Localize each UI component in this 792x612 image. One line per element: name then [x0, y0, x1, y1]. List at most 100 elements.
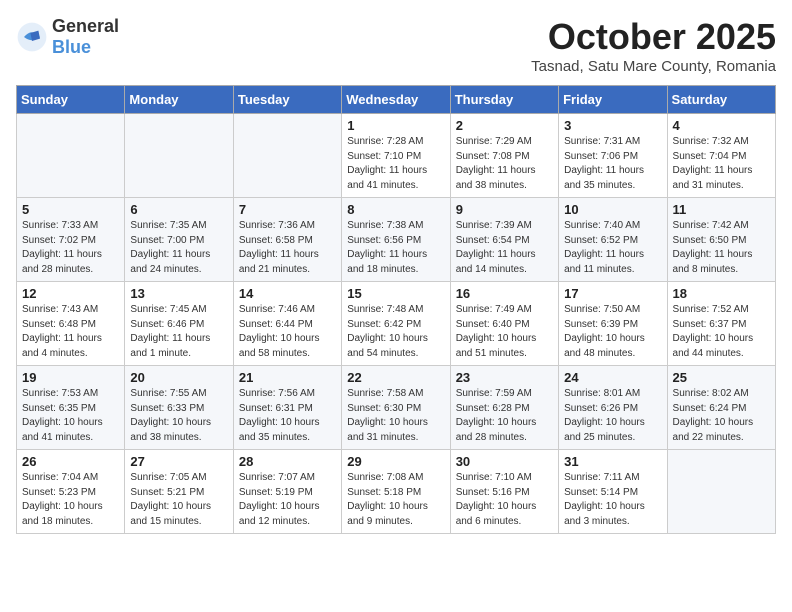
- calendar-cell: [125, 114, 233, 198]
- logo: General Blue: [16, 16, 119, 58]
- weekday-header: Tuesday: [233, 86, 341, 114]
- day-info: Sunrise: 7:43 AM Sunset: 6:48 PM Dayligh…: [22, 303, 119, 361]
- month-title: October 2025: [531, 16, 776, 58]
- calendar-cell: 25 Sunrise: 8:02 AM Sunset: 6:24 PM Dayli…: [667, 366, 775, 450]
- day-info: Sunrise: 8:01 AM Sunset: 6:26 PM Dayligh…: [564, 387, 661, 445]
- day-info: Sunrise: 7:52 AM Sunset: 6:37 PM Dayligh…: [673, 303, 770, 361]
- day-info: Sunrise: 7:50 AM Sunset: 6:39 PM Dayligh…: [564, 303, 661, 361]
- calendar-cell: [233, 114, 341, 198]
- day-number: 20: [130, 370, 227, 385]
- calendar-cell: 30 Sunrise: 7:10 AM Sunset: 5:16 PM Dayli…: [450, 450, 558, 534]
- calendar-cell: 6 Sunrise: 7:35 AM Sunset: 7:00 PM Daylig…: [125, 198, 233, 282]
- day-info: Sunrise: 7:29 AM Sunset: 7:08 PM Dayligh…: [456, 135, 553, 193]
- day-number: 2: [456, 118, 553, 133]
- day-info: Sunrise: 7:59 AM Sunset: 6:28 PM Dayligh…: [456, 387, 553, 445]
- weekday-header: Wednesday: [342, 86, 450, 114]
- calendar-week-row: 5 Sunrise: 7:33 AM Sunset: 7:02 PM Daylig…: [17, 198, 776, 282]
- day-number: 10: [564, 202, 661, 217]
- day-info: Sunrise: 7:39 AM Sunset: 6:54 PM Dayligh…: [456, 219, 553, 277]
- day-number: 21: [239, 370, 336, 385]
- day-number: 29: [347, 454, 444, 469]
- day-info: Sunrise: 7:53 AM Sunset: 6:35 PM Dayligh…: [22, 387, 119, 445]
- calendar-cell: 20Sunrise: 7:55 AM Sunset: 6:33 PM Dayli…: [125, 366, 233, 450]
- day-number: 17: [564, 286, 661, 301]
- day-info: Sunrise: 7:38 AM Sunset: 6:56 PM Dayligh…: [347, 219, 444, 277]
- day-info: Sunrise: 7:35 AM Sunset: 7:00 PM Dayligh…: [130, 219, 227, 277]
- day-info: Sunrise: 7:42 AM Sunset: 6:50 PM Dayligh…: [673, 219, 770, 277]
- calendar-cell: 29 Sunrise: 7:08 AM Sunset: 5:18 PM Dayli…: [342, 450, 450, 534]
- day-number: 4: [673, 118, 770, 133]
- day-number: 9: [456, 202, 553, 217]
- day-info: Sunrise: 7:36 AM Sunset: 6:58 PM Dayligh…: [239, 219, 336, 277]
- day-number: 27: [130, 454, 227, 469]
- day-info: Sunrise: 7:08 AM Sunset: 5:18 PM Dayligh…: [347, 471, 444, 529]
- day-info: Sunrise: 7:10 AM Sunset: 5:16 PM Dayligh…: [456, 471, 553, 529]
- day-number: 19: [22, 370, 119, 385]
- day-info: Sunrise: 7:58 AM Sunset: 6:30 PM Dayligh…: [347, 387, 444, 445]
- calendar-table: SundayMondayTuesdayWednesdayThursdayFrid…: [16, 85, 776, 534]
- calendar-week-row: 19 Sunrise: 7:53 AM Sunset: 6:35 PM Dayli…: [17, 366, 776, 450]
- logo-icon: [16, 21, 48, 53]
- day-info: Sunrise: 7:05 AM Sunset: 5:21 PM Dayligh…: [130, 471, 227, 529]
- calendar-cell: 26 Sunrise: 7:04 AM Sunset: 5:23 PM Dayli…: [17, 450, 125, 534]
- day-number: 31: [564, 454, 661, 469]
- calendar-cell: 10 Sunrise: 7:40 AM Sunset: 6:52 PM Dayli…: [559, 198, 667, 282]
- weekday-header: Monday: [125, 86, 233, 114]
- day-info: Sunrise: 8:02 AM Sunset: 6:24 PM Dayligh…: [673, 387, 770, 445]
- calendar-cell: 28Sunrise: 7:07 AM Sunset: 5:19 PM Dayli…: [233, 450, 341, 534]
- day-info: Sunrise: 7:40 AM Sunset: 6:52 PM Dayligh…: [564, 219, 661, 277]
- calendar-cell: 21 Sunrise: 7:56 AM Sunset: 6:31 PM Dayli…: [233, 366, 341, 450]
- day-number: 6: [130, 202, 227, 217]
- calendar-cell: 1 Sunrise: 7:28 AM Sunset: 7:10 PM Daylig…: [342, 114, 450, 198]
- day-number: 24: [564, 370, 661, 385]
- day-info: Sunrise: 7:32 AM Sunset: 7:04 PM Dayligh…: [673, 135, 770, 193]
- calendar-cell: 22 Sunrise: 7:58 AM Sunset: 6:30 PM Dayli…: [342, 366, 450, 450]
- day-number: 16: [456, 286, 553, 301]
- day-number: 25: [673, 370, 770, 385]
- day-info: Sunrise: 7:31 AM Sunset: 7:06 PM Dayligh…: [564, 135, 661, 193]
- day-number: 22: [347, 370, 444, 385]
- calendar-cell: 19 Sunrise: 7:53 AM Sunset: 6:35 PM Dayli…: [17, 366, 125, 450]
- weekday-header-row: SundayMondayTuesdayWednesdayThursdayFrid…: [17, 86, 776, 114]
- day-info: Sunrise: 7:45 AM Sunset: 6:46 PM Dayligh…: [130, 303, 227, 361]
- weekday-header: Friday: [559, 86, 667, 114]
- day-number: 12: [22, 286, 119, 301]
- day-number: 7: [239, 202, 336, 217]
- logo-blue-text: Blue: [52, 37, 91, 57]
- day-info: Sunrise: 7:28 AM Sunset: 7:10 PM Dayligh…: [347, 135, 444, 193]
- day-info: Sunrise: 7:11 AM Sunset: 5:14 PM Dayligh…: [564, 471, 661, 529]
- day-info: Sunrise: 7:49 AM Sunset: 6:40 PM Dayligh…: [456, 303, 553, 361]
- day-number: 23: [456, 370, 553, 385]
- day-number: 5: [22, 202, 119, 217]
- day-number: 30: [456, 454, 553, 469]
- day-number: 1: [347, 118, 444, 133]
- calendar-cell: 11 Sunrise: 7:42 AM Sunset: 6:50 PM Dayli…: [667, 198, 775, 282]
- day-info: Sunrise: 7:07 AM Sunset: 5:19 PM Dayligh…: [239, 471, 336, 529]
- day-info: Sunrise: 7:56 AM Sunset: 6:31 PM Dayligh…: [239, 387, 336, 445]
- weekday-header: Sunday: [17, 86, 125, 114]
- day-number: 14: [239, 286, 336, 301]
- day-number: 18: [673, 286, 770, 301]
- calendar-cell: 8Sunrise: 7:38 AM Sunset: 6:56 PM Daylig…: [342, 198, 450, 282]
- day-number: 11: [673, 202, 770, 217]
- day-info: Sunrise: 7:46 AM Sunset: 6:44 PM Dayligh…: [239, 303, 336, 361]
- day-number: 3: [564, 118, 661, 133]
- day-info: Sunrise: 7:33 AM Sunset: 7:02 PM Dayligh…: [22, 219, 119, 277]
- calendar-week-row: 26 Sunrise: 7:04 AM Sunset: 5:23 PM Dayli…: [17, 450, 776, 534]
- calendar-cell: 18 Sunrise: 7:52 AM Sunset: 6:37 PM Dayli…: [667, 282, 775, 366]
- calendar-week-row: 12 Sunrise: 7:43 AM Sunset: 6:48 PM Dayli…: [17, 282, 776, 366]
- calendar-cell: 17 Sunrise: 7:50 AM Sunset: 6:39 PM Dayli…: [559, 282, 667, 366]
- weekday-header: Saturday: [667, 86, 775, 114]
- title-block: October 2025 Tasnad, Satu Mare County, R…: [531, 16, 776, 75]
- calendar-cell: 31 Sunrise: 7:11 AM Sunset: 5:14 PM Dayli…: [559, 450, 667, 534]
- calendar-cell: [17, 114, 125, 198]
- logo-general-text: General: [52, 16, 119, 36]
- location-subtitle: Tasnad, Satu Mare County, Romania: [531, 58, 776, 75]
- day-number: 26: [22, 454, 119, 469]
- day-info: Sunrise: 7:04 AM Sunset: 5:23 PM Dayligh…: [22, 471, 119, 529]
- calendar-cell: 16 Sunrise: 7:49 AM Sunset: 6:40 PM Dayli…: [450, 282, 558, 366]
- calendar-cell: 15Sunrise: 7:48 AM Sunset: 6:42 PM Dayli…: [342, 282, 450, 366]
- calendar-cell: [667, 450, 775, 534]
- calendar-cell: 27 Sunrise: 7:05 AM Sunset: 5:21 PM Dayli…: [125, 450, 233, 534]
- calendar-cell: 7 Sunrise: 7:36 AM Sunset: 6:58 PM Daylig…: [233, 198, 341, 282]
